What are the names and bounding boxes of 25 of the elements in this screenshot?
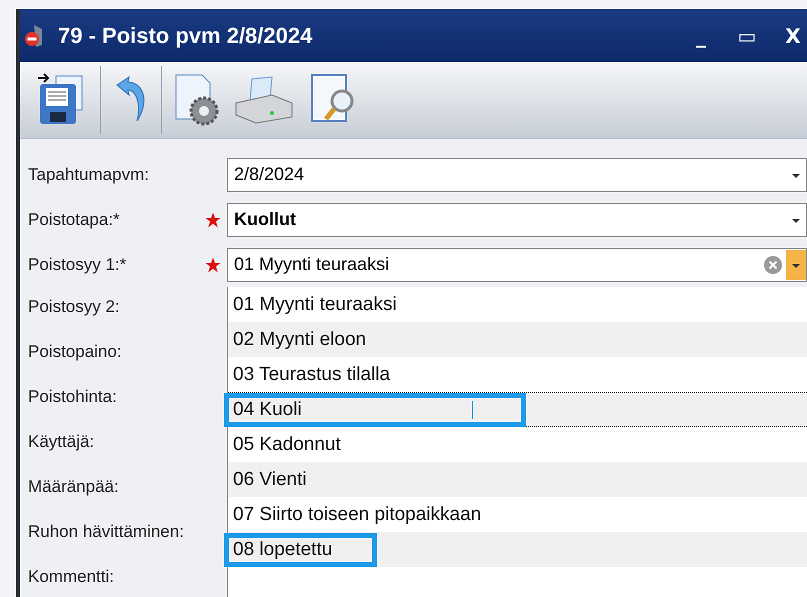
dropdown-field[interactable]: 2/8/2024 xyxy=(227,158,807,192)
dropdown-field[interactable]: Kuollut xyxy=(227,202,807,236)
window-control[interactable]: X xyxy=(781,24,805,48)
dropdown-item[interactable]: 01 Myynti teuraaksi xyxy=(228,287,807,322)
dropdown-field[interactable]: 01 Myynti teuraaksi xyxy=(227,248,807,282)
dropdown-item[interactable]: 03 Teurastus tilalla xyxy=(228,357,807,392)
field-label: Poistosyy 2: xyxy=(28,296,121,318)
field-label: Määränpää: xyxy=(28,476,120,498)
window-control[interactable]: _ xyxy=(689,24,713,48)
dropdown-item[interactable]: 06 Vienti xyxy=(228,462,807,497)
dropdown-item[interactable]: 07 Siirto toiseen pitopaikkaan xyxy=(228,497,807,532)
window-control[interactable]: ▭ xyxy=(735,24,759,48)
field-label: Poistotapa:* xyxy=(27,210,121,230)
dropdown-item[interactable]: 05 Kadonnut xyxy=(228,427,807,462)
field-label: Ruhon hävittäminen: xyxy=(28,521,185,543)
dropdown-item[interactable]: 02 Myynti eloon xyxy=(228,322,807,357)
field-label: Käyttäjä: xyxy=(28,431,96,453)
clear-icon[interactable] xyxy=(764,256,782,274)
window-title: 79 - Poisto pvm 2/8/2024 xyxy=(58,22,312,48)
field-label: Poistohinta: xyxy=(28,386,118,408)
text-cursor xyxy=(472,400,473,418)
field-label: Tapahtumapvm: xyxy=(27,164,150,184)
field-label: Poistosyy 1:* xyxy=(27,254,128,274)
field-label: Poistopaino: xyxy=(28,341,123,363)
field-label: Kommentti: xyxy=(28,566,115,588)
